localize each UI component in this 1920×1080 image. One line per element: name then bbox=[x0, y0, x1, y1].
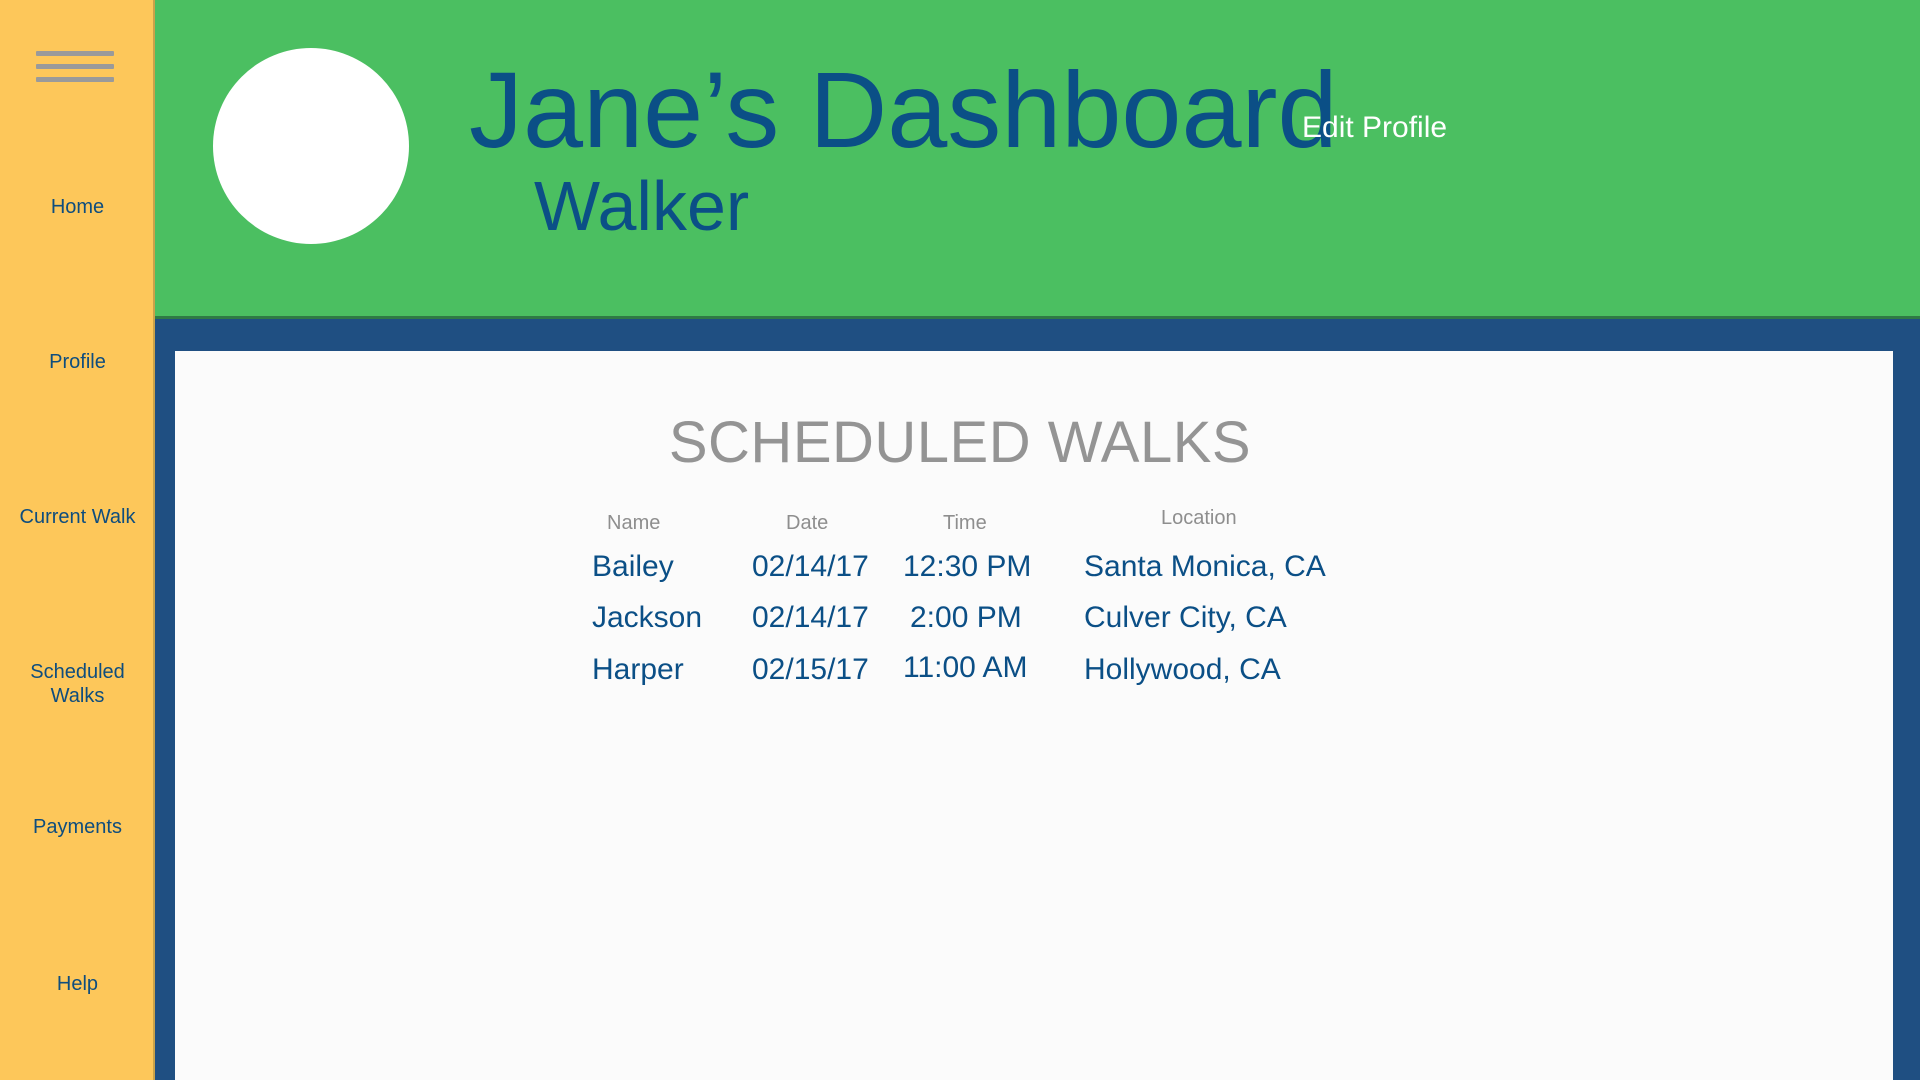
sidebar-item-home[interactable]: Home bbox=[0, 195, 155, 219]
avatar[interactable] bbox=[213, 48, 409, 244]
section-title: SCHEDULED WALKS bbox=[668, 410, 1252, 475]
cell-time: 11:00 AM bbox=[903, 651, 1028, 684]
cell-time: 12:30 PM bbox=[903, 550, 1032, 583]
cell-name: Bailey bbox=[592, 550, 674, 583]
edit-profile-link[interactable]: Edit Profile bbox=[1302, 110, 1447, 146]
role-subtitle: Walker bbox=[534, 167, 750, 245]
cell-location: Culver City, CA bbox=[1084, 601, 1287, 634]
cell-location: Hollywood, CA bbox=[1084, 653, 1281, 686]
column-header-time: Time bbox=[943, 512, 987, 534]
scheduled-walks-panel: SCHEDULED WALKS Name Date Time Location … bbox=[175, 351, 1893, 1080]
column-header-location: Location bbox=[1161, 507, 1237, 529]
cell-name: Harper bbox=[592, 653, 684, 686]
cell-date: 02/15/17 bbox=[752, 653, 869, 686]
sidebar-item-payments[interactable]: Payments bbox=[0, 815, 155, 839]
hamburger-menu-icon[interactable] bbox=[36, 51, 114, 87]
sidebar: Home Profile Current Walk Scheduled Walk… bbox=[0, 0, 155, 1080]
sidebar-item-profile[interactable]: Profile bbox=[0, 350, 155, 374]
cell-date: 02/14/17 bbox=[752, 601, 869, 634]
cell-name: Jackson bbox=[592, 601, 703, 634]
page-title: Jane’s Dashboard bbox=[469, 49, 1338, 170]
header: Jane’s Dashboard Walker Edit Profile bbox=[155, 0, 1920, 319]
cell-location: Santa Monica, CA bbox=[1084, 550, 1326, 583]
column-header-name: Name bbox=[607, 512, 661, 534]
column-header-date: Date bbox=[786, 512, 829, 534]
cell-time: 2:00 PM bbox=[910, 601, 1022, 634]
sidebar-item-help[interactable]: Help bbox=[0, 972, 155, 996]
sidebar-item-current-walk[interactable]: Current Walk bbox=[0, 505, 155, 529]
cell-date: 02/14/17 bbox=[752, 550, 869, 583]
sidebar-item-scheduled-walks[interactable]: Scheduled Walks bbox=[0, 660, 155, 708]
